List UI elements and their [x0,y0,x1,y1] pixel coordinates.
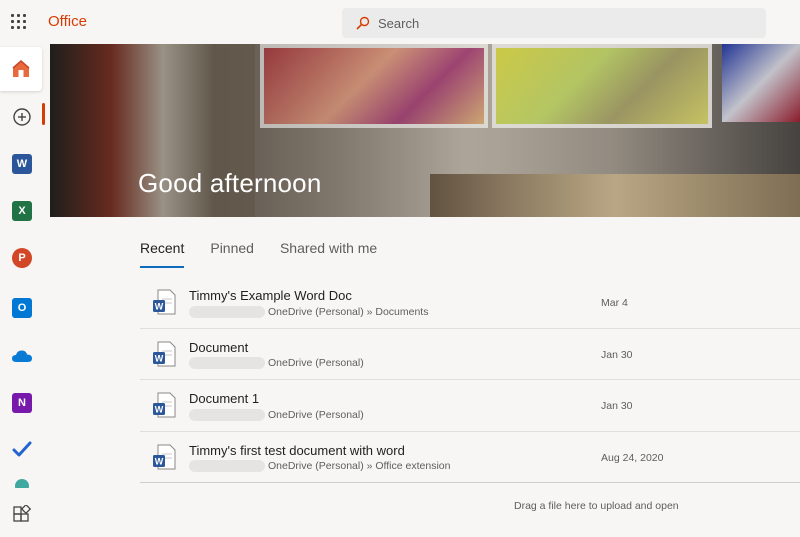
tab-recent[interactable]: Recent [140,240,185,268]
file-location-text: OneDrive (Personal) [268,357,364,369]
search-placeholder: Search [378,15,420,31]
app-launcher-icon[interactable] [11,14,27,30]
file-location: OneDrive (Personal) » Documents [189,305,428,318]
teams-partial-icon [15,479,29,488]
file-name: Timmy's first test document with word [189,442,405,458]
rail-more-app[interactable] [0,474,44,488]
all-apps-icon [13,505,32,522]
powerpoint-icon: P [12,248,32,268]
word-doc-icon: W [153,289,176,315]
svg-text:W: W [155,302,164,312]
plus-circle-icon [13,108,31,126]
tab-shared-with-me[interactable]: Shared with me [280,240,377,268]
file-date: Aug 24, 2020 [601,451,664,464]
rail-create[interactable] [0,95,44,139]
svg-text:W: W [155,456,164,466]
home-icon [12,60,30,77]
rail-onenote[interactable]: N [0,381,44,425]
word-icon: W [12,154,32,174]
tab-pinned[interactable]: Pinned [210,240,254,268]
file-tabs: Recent Pinned Shared with me [140,240,403,268]
file-date: Jan 30 [601,400,633,412]
top-bar: Office Search [0,0,800,44]
rail-outlook[interactable]: O [0,286,44,330]
office-brand[interactable]: Office [48,13,87,30]
upload-dropzone-hint[interactable]: Drag a file here to upload and open [514,500,679,512]
search-icon [356,16,370,30]
file-location-text: OneDrive (Personal) » Documents [268,305,429,318]
word-doc-icon: W [153,444,176,469]
file-location-text: OneDrive (Personal) » Office extension [268,460,451,472]
file-name: Document 1 [189,391,260,406]
onedrive-icon [12,350,32,362]
file-row[interactable]: W Document OneDrive (Personal) Jan 30 [140,329,800,380]
file-location: OneDrive (Personal) [189,408,364,421]
hero-banner: Good afternoon [50,44,800,217]
file-row[interactable]: W Document 1 OneDrive (Personal) Jan 30 [140,380,800,432]
svg-text:W: W [155,353,164,363]
redacted-path [189,357,265,369]
left-rail: W X P O N [0,44,45,537]
outlook-icon: O [12,298,32,318]
file-name: Document [189,339,249,355]
file-name: Timmy's Example Word Doc [189,288,352,303]
rail-home[interactable] [0,47,42,91]
rail-todo[interactable] [0,427,44,471]
rail-powerpoint[interactable]: P [0,236,44,280]
svg-text:W: W [155,405,164,415]
onenote-icon: N [12,393,32,413]
file-date: Mar 4 [601,297,628,309]
word-doc-icon: W [153,341,176,366]
rail-word[interactable]: W [0,142,44,186]
file-location-text: OneDrive (Personal) [268,408,364,421]
rail-all-apps[interactable] [0,493,44,537]
search-box[interactable]: Search [342,8,766,38]
file-row[interactable]: W Timmy's first test document with word … [140,432,800,483]
redacted-path [189,460,265,472]
file-date: Jan 30 [601,348,633,361]
file-location: OneDrive (Personal) [189,357,364,370]
redacted-path [189,305,265,318]
excel-icon: X [12,201,32,221]
file-location: OneDrive (Personal) » Office extension [189,460,450,473]
rail-excel[interactable]: X [0,189,44,233]
checkmark-icon [12,441,32,457]
word-doc-icon: W [153,392,176,418]
rail-onedrive[interactable] [0,334,44,378]
recent-file-list: W Timmy's Example Word Doc OneDrive (Per… [140,277,800,483]
file-row[interactable]: W Timmy's Example Word Doc OneDrive (Per… [140,277,800,329]
redacted-path [189,408,265,421]
greeting: Good afternoon [138,168,322,198]
